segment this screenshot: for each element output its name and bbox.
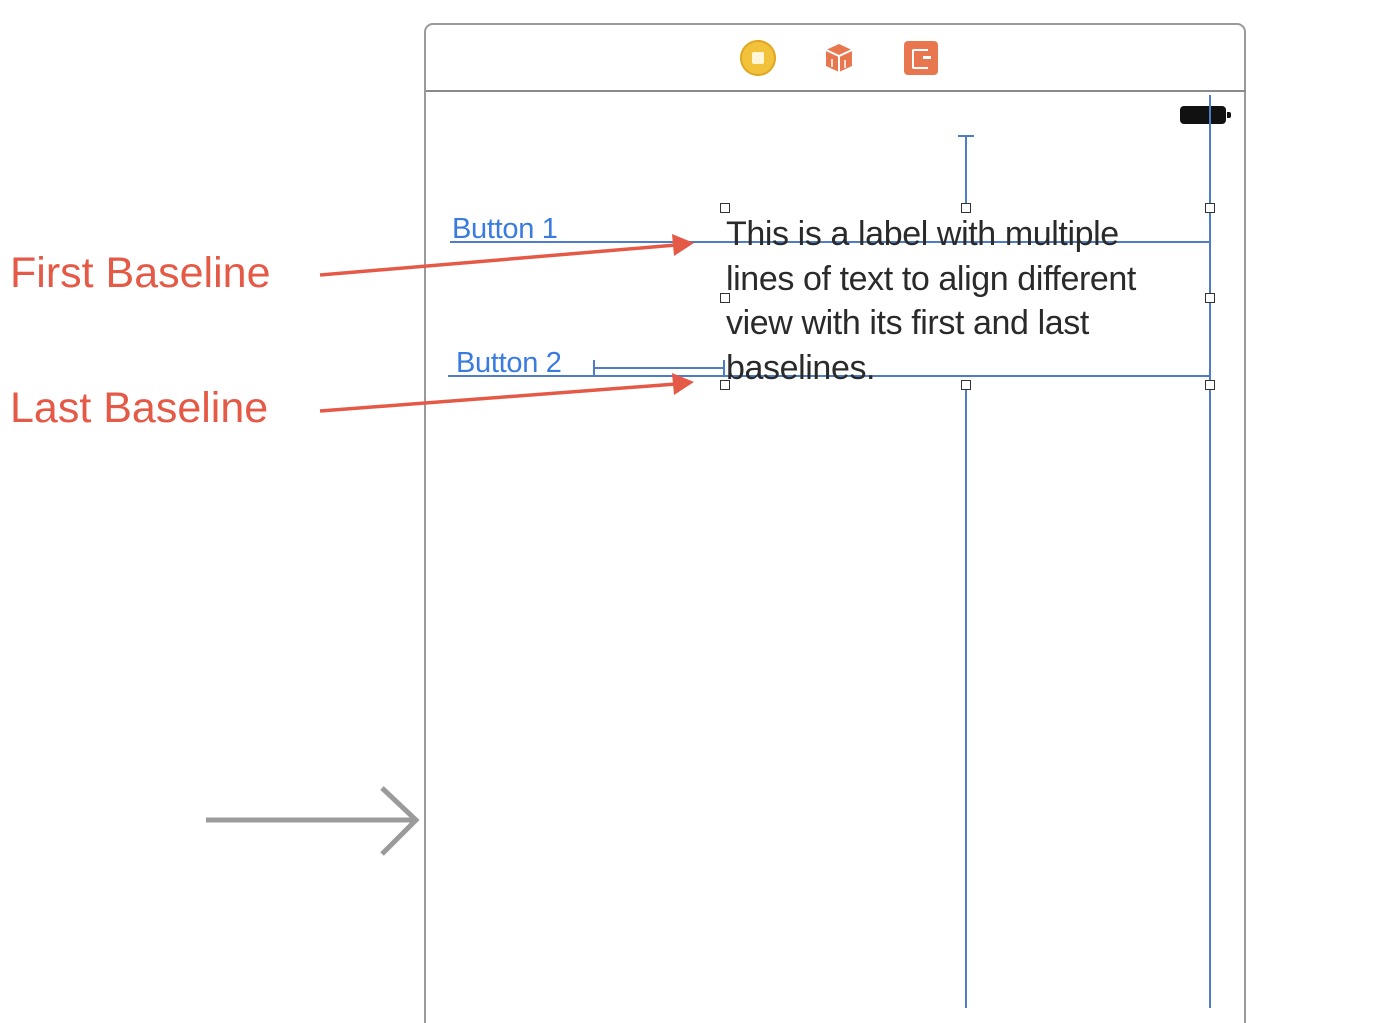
resize-handle-top-left[interactable]: [720, 203, 730, 213]
resize-handle-bottom-center[interactable]: [961, 380, 971, 390]
resize-handle-top-center[interactable]: [961, 203, 971, 213]
resize-handle-bottom-right[interactable]: [1205, 380, 1215, 390]
button-1[interactable]: Button 1: [452, 215, 558, 244]
last-baseline-arrow-line: [319, 382, 677, 413]
label-line: baselines.: [726, 348, 876, 387]
resize-handle-bottom-left[interactable]: [720, 380, 730, 390]
first-baseline-arrowhead: [672, 234, 694, 256]
resize-handle-top-right[interactable]: [1205, 203, 1215, 213]
label-line: lines of text to align different: [726, 259, 1136, 298]
button-2[interactable]: Button 2: [456, 349, 562, 378]
label-line: view with its first and last: [726, 304, 1089, 342]
label-line: This is a label with multiple: [726, 215, 1119, 253]
first-baseline-arrow-line: [319, 243, 677, 277]
resize-handle-middle-left[interactable]: [720, 293, 730, 303]
layout-guides: [206, 95, 1211, 1008]
resize-handle-middle-right[interactable]: [1205, 293, 1215, 303]
multiline-label[interactable]: This is a label with multiple lines of t…: [726, 212, 1216, 390]
